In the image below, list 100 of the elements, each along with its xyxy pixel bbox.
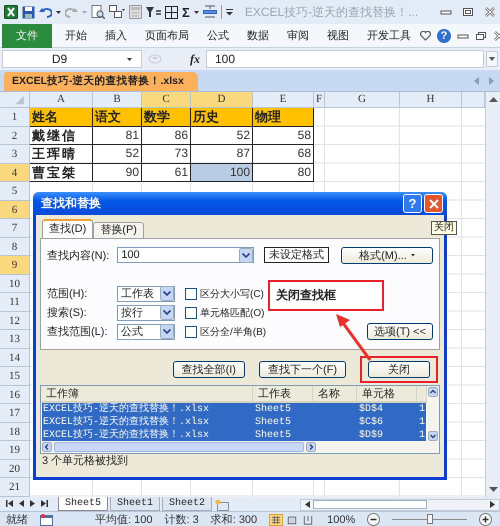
column-header[interactable]: G	[325, 92, 400, 108]
first-sheet-icon[interactable]	[6, 500, 13, 507]
table-cell[interactable]: 戴继信	[30, 126, 93, 145]
scroll-down-icon[interactable]	[488, 486, 498, 492]
row-header[interactable]: 21	[0, 478, 30, 496]
scroll-right-icon[interactable]	[306, 442, 316, 452]
find-field[interactable]: 100	[117, 247, 254, 263]
row-header[interactable]: 2	[0, 126, 30, 145]
normal-view-icon[interactable]	[269, 514, 284, 526]
action-button[interactable]: 查找下一个(F)	[258, 361, 346, 378]
column-header[interactable]: F	[314, 92, 325, 108]
ribbon-tab[interactable]: 审阅	[278, 24, 318, 48]
column-header[interactable]: D	[191, 92, 253, 108]
dropdown-icon[interactable]	[160, 286, 174, 301]
checkbox[interactable]	[185, 326, 197, 338]
undo-icon[interactable]	[39, 6, 52, 18]
row-header[interactable]: 6	[0, 200, 30, 219]
action-button[interactable]: 查找全部(I)	[172, 361, 245, 378]
macro-record-icon[interactable]	[40, 514, 53, 526]
scroll-up-icon[interactable]	[488, 96, 498, 102]
table-cell[interactable]: 86	[142, 126, 191, 145]
column-header[interactable]: E	[253, 92, 314, 108]
column-header[interactable]: C	[142, 92, 191, 108]
sheet-tab[interactable]: Sheet5	[58, 496, 108, 510]
row-header[interactable]: 1	[0, 108, 30, 126]
caret-icon[interactable]	[194, 10, 199, 14]
ribbon-tab[interactable]: 数据	[238, 24, 278, 48]
help-button[interactable]: ?	[437, 28, 451, 42]
zoom-out-icon[interactable]	[367, 513, 380, 526]
column-header[interactable]: 单元格	[357, 386, 417, 402]
vertical-scrollbar[interactable]	[427, 386, 439, 442]
close-icon[interactable]	[484, 7, 496, 17]
row-header[interactable]: 11	[0, 293, 30, 312]
ribbon-tab[interactable]: 公式	[198, 24, 238, 48]
table-cell[interactable]: 数学	[142, 108, 191, 126]
table-cell[interactable]: 物理	[253, 108, 314, 126]
table-cell[interactable]: 100	[191, 164, 253, 182]
dropdown-icon[interactable]	[160, 305, 174, 320]
ribbon-tab[interactable]: 页面布局	[136, 24, 198, 48]
dialog-tab[interactable]: 替换(P)	[93, 222, 144, 238]
row-header[interactable]: 19	[0, 441, 30, 460]
scroll-up-icon[interactable]	[428, 387, 438, 397]
checkbox[interactable]	[185, 306, 197, 318]
column-header[interactable]: 名称	[313, 386, 357, 402]
row-header[interactable]: 20	[0, 460, 30, 478]
row-header[interactable]: 13	[0, 330, 30, 348]
dropdown-field[interactable]: 工作表	[117, 286, 175, 302]
restore-icon[interactable]	[462, 7, 474, 17]
insert-sheet-icon[interactable]	[214, 498, 230, 510]
scroll-left-icon[interactable]	[42, 442, 52, 452]
horizontal-scrollbar[interactable]	[300, 498, 500, 510]
name-box[interactable]: D9	[2, 50, 142, 68]
filter-icon[interactable]	[146, 6, 161, 18]
next-sheet-icon[interactable]	[30, 500, 35, 507]
row-header[interactable]: 10	[0, 274, 30, 293]
insert-function-button[interactable]: fx	[190, 52, 200, 66]
row-header[interactable]: 9	[0, 256, 30, 274]
table-cell[interactable]: 历史	[191, 108, 253, 126]
table-cell[interactable]: 90	[93, 164, 142, 182]
table-cell[interactable]: 68	[253, 145, 314, 164]
row-header[interactable]: 16	[0, 386, 30, 404]
row-header[interactable]: 4	[0, 164, 30, 182]
print-preview-icon[interactable]	[91, 5, 105, 19]
dropdown-field[interactable]: 按行	[117, 304, 175, 320]
save-icon[interactable]	[22, 6, 35, 18]
ribbon-tab[interactable]: 开发工具	[358, 24, 420, 48]
zoom-level[interactable]: 100%	[327, 514, 356, 526]
ribbon-tab[interactable]: 视图	[318, 24, 358, 48]
layout-icon[interactable]	[109, 5, 125, 19]
scroll-down-icon[interactable]	[428, 431, 438, 441]
sheet-tab[interactable]: Sheet1	[110, 496, 160, 510]
horizontal-scrollbar[interactable]	[41, 441, 439, 453]
column-header[interactable]: A	[30, 92, 93, 108]
row-header[interactable]: 18	[0, 422, 30, 441]
result-row[interactable]: EXCEL技巧-逆天的查找替换！.xlsx Sheet5 $C$6 1	[42, 416, 426, 429]
zoom-in-icon[interactable]	[479, 513, 492, 526]
column-header[interactable]: 工作表	[253, 386, 313, 402]
scroll-right-icon[interactable]	[490, 501, 495, 508]
table-cell[interactable]: 81	[93, 126, 142, 145]
checkbox[interactable]	[185, 288, 197, 300]
dropdown-field[interactable]: 公式	[117, 324, 175, 340]
previous-sheet-icon[interactable]	[19, 500, 24, 507]
help-button[interactable]: ?	[403, 194, 422, 213]
row-header[interactable]: 8	[0, 238, 30, 256]
ribbon-tab[interactable]: 开始	[56, 24, 96, 48]
expand-icon[interactable]	[486, 51, 498, 67]
row-header[interactable]: 7	[0, 219, 30, 238]
zoom-slider-thumb[interactable]	[426, 514, 433, 524]
row-header[interactable]: 3	[0, 145, 30, 164]
table-cell[interactable]: 语文	[93, 108, 142, 126]
customize-caret-icon[interactable]	[226, 8, 233, 16]
sum-button[interactable]: Σ	[182, 4, 190, 20]
insert-row-icon[interactable]	[202, 5, 217, 19]
row-header[interactable]: 12	[0, 312, 30, 330]
formula-field[interactable]: 100	[206, 50, 484, 68]
table-cell[interactable]: 王珲晴	[30, 145, 93, 164]
restore-icon[interactable]	[475, 30, 487, 40]
caret-icon[interactable]	[56, 10, 61, 14]
column-header[interactable]: H	[400, 92, 462, 108]
table-cell[interactable]: 80	[253, 164, 314, 182]
